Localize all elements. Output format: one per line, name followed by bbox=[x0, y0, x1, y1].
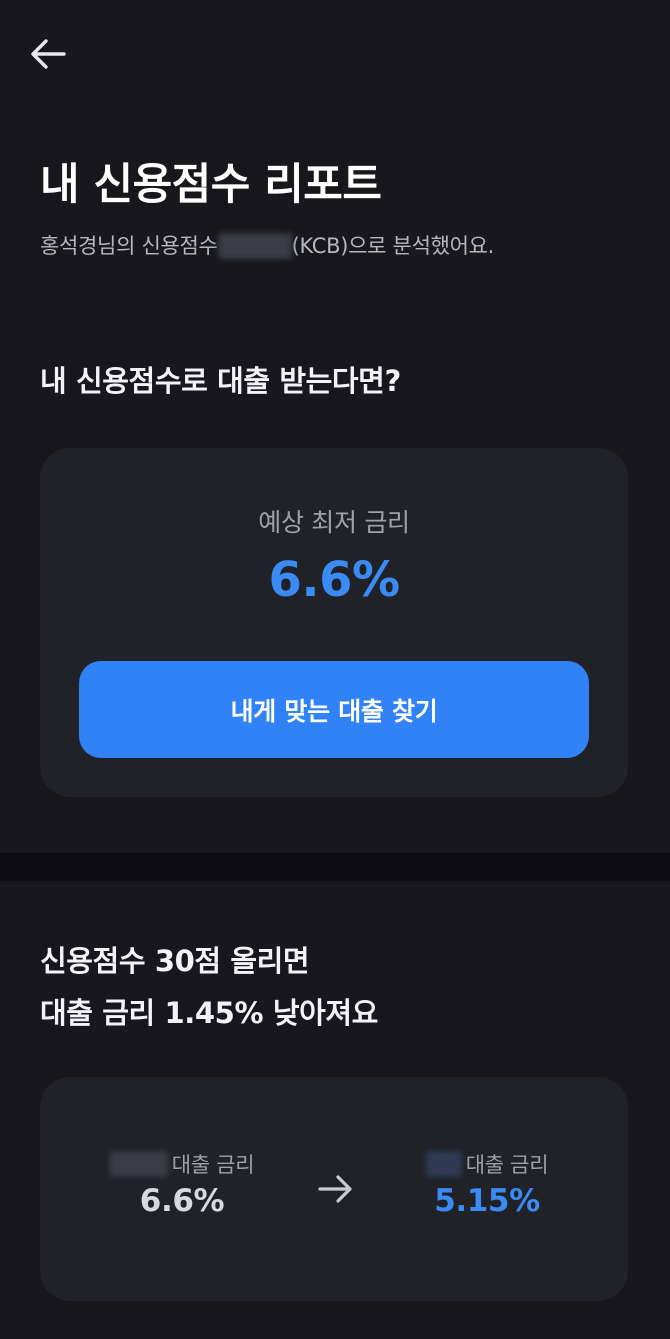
current-rate-label: 대출 금리 bbox=[171, 1153, 255, 1177]
section-divider bbox=[0, 853, 670, 881]
redacted-improved-score bbox=[425, 1151, 462, 1177]
improve-heading-line2: 대출 금리 1.45% 낮아져요 bbox=[40, 996, 378, 1030]
back-button[interactable] bbox=[26, 34, 70, 74]
arrow-left-icon bbox=[31, 39, 66, 69]
current-rate-value: 6.6% bbox=[139, 1183, 225, 1219]
loan-section-heading: 내 신용점수로 대출 받는다면? bbox=[40, 364, 401, 398]
credit-report-page: 내 신용점수 리포트 홍석경님의 신용점수 (KCB)으로 분석했어요. 내 신용… bbox=[0, 0, 670, 1339]
redacted-current-score bbox=[109, 1151, 168, 1177]
loan-rate-card: 예상 최저 금리 6.6% 내게 맞는 대출 찾기 bbox=[40, 448, 628, 797]
improve-section-heading: 신용점수 30점 올리면 대출 금리 1.45% 낮아져요 bbox=[40, 935, 378, 1039]
page-title: 내 신용점수 리포트 bbox=[40, 160, 382, 210]
page-subtitle: 홍석경님의 신용점수 (KCB)으로 분석했어요. bbox=[40, 230, 494, 260]
improved-rate: 대출 금리 5.15% bbox=[387, 1149, 587, 1219]
subtitle-prefix: 홍석경님의 신용점수 bbox=[40, 234, 218, 258]
find-loan-button[interactable]: 내게 맞는 대출 찾기 bbox=[79, 661, 589, 758]
rate-label: 예상 최저 금리 bbox=[258, 508, 410, 537]
current-rate: 대출 금리 6.6% bbox=[82, 1149, 282, 1219]
improved-rate-label: 대출 금리 bbox=[465, 1153, 549, 1177]
rate-comparison-card: 대출 금리 6.6% 대출 금리 5.15% bbox=[40, 1077, 628, 1301]
improve-heading-line1: 신용점수 30점 올리면 bbox=[40, 944, 310, 978]
redacted-score bbox=[217, 232, 292, 259]
arrow-right-icon bbox=[316, 1169, 356, 1209]
improved-rate-value: 5.15% bbox=[434, 1183, 540, 1219]
rate-value: 6.6% bbox=[268, 552, 400, 608]
subtitle-suffix: (KCB)으로 분석했어요. bbox=[291, 234, 495, 258]
